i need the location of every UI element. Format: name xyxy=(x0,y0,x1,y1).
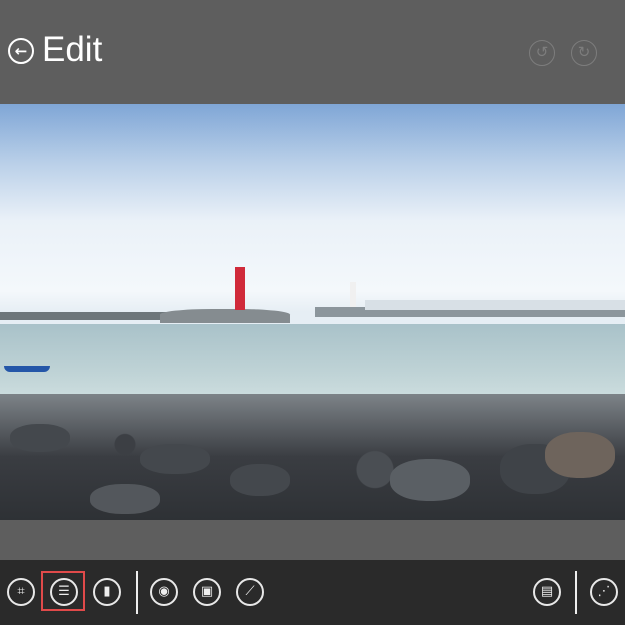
redo-icon: ↻ xyxy=(577,43,591,61)
crop-button[interactable]: ⌗ xyxy=(7,578,35,606)
back-arrow-icon: ← xyxy=(14,42,28,60)
crop-icon: ⌗ xyxy=(17,584,25,599)
divider xyxy=(136,571,138,614)
retouch-icon: ⟋ xyxy=(245,584,255,599)
red-eye-button[interactable]: ◉ xyxy=(150,578,178,606)
white-lighthouse xyxy=(350,282,356,308)
spacer xyxy=(0,520,625,560)
back-button[interactable]: ← xyxy=(8,38,34,64)
boat xyxy=(4,366,50,372)
paint-button[interactable]: ▮ xyxy=(93,578,121,606)
undo-icon: ↺ xyxy=(535,43,549,61)
breakwater-rocks xyxy=(160,309,290,323)
divider xyxy=(575,571,577,614)
undo-button[interactable]: ↺ xyxy=(529,40,555,66)
photo-canvas xyxy=(0,104,625,520)
redo-button[interactable]: ↻ xyxy=(571,40,597,66)
share-button[interactable]: ⋰ xyxy=(590,578,618,606)
picture-icon: ▣ xyxy=(200,584,214,599)
gallery-button[interactable]: ▤ xyxy=(533,578,561,606)
gallery-icon: ▤ xyxy=(540,584,554,599)
header: ← Edit ↺ ↻ xyxy=(0,0,625,104)
seawall xyxy=(365,300,625,310)
adjust-button[interactable]: ☰ xyxy=(50,578,78,606)
paint-roller-icon: ▮ xyxy=(103,584,111,599)
sliders-icon: ☰ xyxy=(58,584,70,599)
eye-plus-icon: ◉ xyxy=(158,584,170,599)
effects-button[interactable]: ▣ xyxy=(193,578,221,606)
retouch-button[interactable]: ⟋ xyxy=(236,578,264,606)
red-lighthouse xyxy=(235,267,245,310)
bottom-toolbar: ⌗ ☰ ▮ ◉ ▣ ⟋ ▤ ⋰ xyxy=(0,560,625,625)
share-icon: ⋰ xyxy=(597,584,611,599)
page-title: Edit xyxy=(42,30,103,69)
